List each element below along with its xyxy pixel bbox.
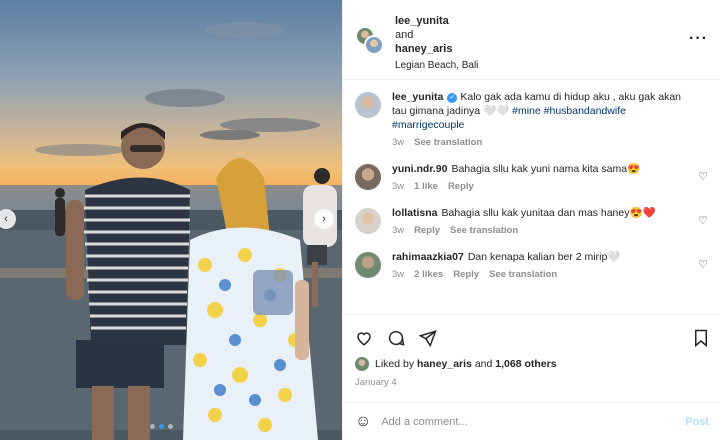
avatar[interactable]	[355, 164, 381, 190]
and-label: and	[395, 29, 414, 41]
verified-badge-icon: ✓	[447, 93, 458, 103]
caption-row: lee_yunita ✓ Kalo gak ada kamu di hidup ak…	[355, 90, 708, 150]
add-comment-bar: ☺ Post	[343, 402, 720, 440]
carousel-dot	[168, 424, 173, 429]
post-date: January 4	[355, 377, 397, 388]
author-username[interactable]: lee_yunita	[395, 14, 478, 28]
carousel-indicator	[150, 424, 173, 429]
heart-icon[interactable]	[355, 329, 373, 347]
comment-text: Bahagia sllu kak yunitaa dan mas haney😍❤…	[441, 207, 656, 219]
caption-time: 3w	[392, 137, 405, 148]
collaborator-username[interactable]: haney_aris	[395, 42, 478, 56]
comment-time: 3w	[392, 269, 405, 280]
comments-list[interactable]: lee_yunita ✓ Kalo gak ada kamu di hidup ak…	[343, 80, 720, 314]
see-translation-link[interactable]: See translation	[414, 136, 482, 150]
comment-like-heart-icon[interactable]: ♡	[698, 258, 708, 271]
emoji-icon[interactable]: ☺	[355, 413, 371, 431]
comment-like-heart-icon[interactable]: ♡	[698, 170, 708, 183]
likes-and-label: and	[474, 358, 493, 370]
chevron-right-icon: ›	[322, 213, 326, 225]
comment-username[interactable]: lollatisna	[392, 207, 438, 219]
next-image-button[interactable]: ›	[314, 209, 334, 229]
post-details-panel: lee_yunita and haney_aris Legian Beach, …	[342, 0, 720, 440]
comment-likes-link[interactable]: 2 likes	[414, 268, 443, 282]
carousel-dot-active	[159, 424, 164, 429]
see-translation-link[interactable]: See translation	[489, 268, 557, 282]
share-icon[interactable]	[419, 329, 437, 347]
location-link[interactable]: Legian Beach, Bali	[395, 59, 478, 73]
collab-avatars[interactable]	[355, 26, 385, 56]
comment-row: lollatisna Bahagia sllu kak yunitaa dan m…	[355, 206, 708, 238]
avatar	[355, 357, 369, 371]
liked-by-user[interactable]: haney_aris	[417, 358, 472, 370]
comment-text: Dan kenapa kalian ber 2 mirip🤍	[467, 251, 621, 263]
liked-by-label: Liked by	[375, 358, 415, 370]
caption-username[interactable]: lee_yunita	[392, 91, 443, 103]
comment-row: yuni.ndr.90 Bahagia sllu kak yuni nama ki…	[355, 162, 708, 194]
carousel-dot	[150, 424, 155, 429]
beach-photo-illustration	[0, 22, 342, 440]
chevron-left-icon: ‹	[4, 213, 8, 225]
likes-summary[interactable]: Liked by haney_aris and 1,068 others	[355, 357, 709, 371]
post-header: lee_yunita and haney_aris Legian Beach, …	[343, 0, 720, 80]
comment-input[interactable]	[381, 415, 686, 428]
comment-like-heart-icon[interactable]: ♡	[698, 214, 708, 227]
post-actions: Liked by haney_aris and 1,068 others Jan…	[343, 314, 720, 388]
comment-username[interactable]: yuni.ndr.90	[392, 163, 447, 175]
post-photo[interactable]: ‹ ›	[0, 0, 342, 440]
avatar[interactable]	[355, 208, 381, 234]
comment-time: 3w	[392, 181, 405, 192]
likes-others[interactable]: 1,068 others	[495, 358, 556, 370]
bookmark-icon[interactable]	[693, 329, 709, 347]
more-options-icon[interactable]: ···	[689, 30, 708, 48]
comment-text: Bahagia sllu kak yuni nama kita sama😍	[451, 163, 641, 175]
reply-button[interactable]: Reply	[448, 180, 474, 194]
comment-time: 3w	[392, 225, 405, 236]
post-comment-button[interactable]: Post	[685, 416, 709, 428]
comment-row: rahimaazkia07 Dan kenapa kalian ber 2 mir…	[355, 250, 708, 282]
avatar[interactable]	[364, 35, 384, 55]
comment-icon[interactable]	[387, 329, 405, 347]
comment-likes-link[interactable]: 1 like	[414, 180, 438, 194]
comment-username[interactable]: rahimaazkia07	[392, 251, 464, 263]
see-translation-link[interactable]: See translation	[450, 224, 518, 238]
reply-button[interactable]: Reply	[414, 224, 440, 238]
avatar[interactable]	[355, 252, 381, 278]
reply-button[interactable]: Reply	[453, 268, 479, 282]
avatar[interactable]	[355, 92, 381, 118]
